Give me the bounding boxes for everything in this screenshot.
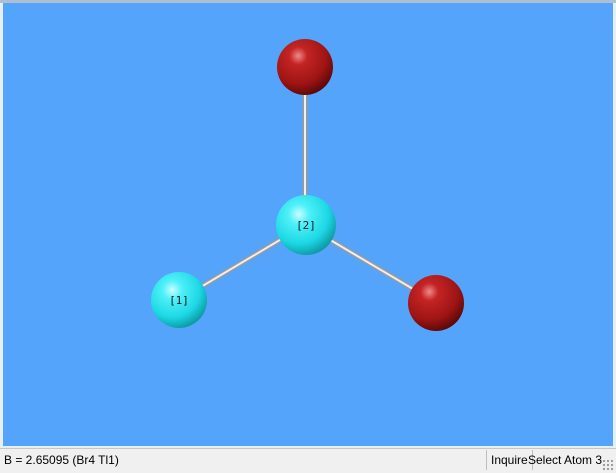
atom-tl-left[interactable]: [1] xyxy=(151,272,207,328)
molecule-viewer-window: [2] [1] B = 2.65095 (Br4 Tl1) Inquire Se… xyxy=(0,0,616,473)
resize-grip-icon[interactable] xyxy=(602,459,614,471)
atom-br-top[interactable] xyxy=(277,39,333,95)
atom-label-1: [1] xyxy=(169,294,189,307)
bond-length-readout: B = 2.65095 (Br4 Tl1) xyxy=(4,453,119,467)
status-bar: B = 2.65095 (Br4 Tl1) Inquire Select Ato… xyxy=(0,448,616,473)
molecule-canvas[interactable]: [2] [1] xyxy=(3,3,613,446)
atom-label-2: [2] xyxy=(296,219,316,232)
bond-group xyxy=(176,68,438,305)
selection-hint: Select Atom 3 xyxy=(528,453,603,467)
atom-tl-center[interactable]: [2] xyxy=(276,195,336,255)
molecule-viewport[interactable]: [2] [1] xyxy=(3,3,613,446)
atom-br-right[interactable] xyxy=(408,275,464,331)
